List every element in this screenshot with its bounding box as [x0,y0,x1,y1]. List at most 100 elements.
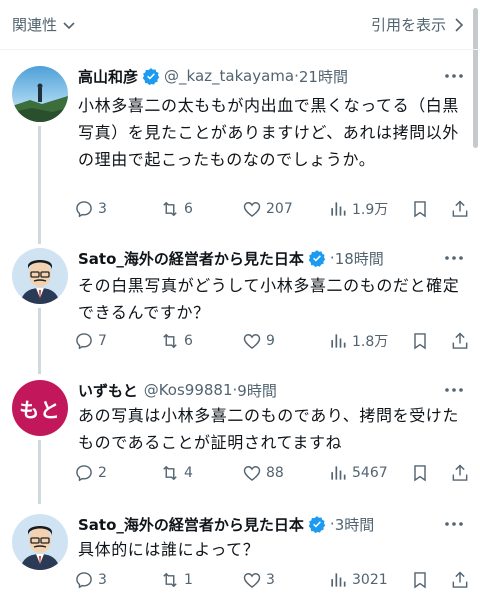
views-button[interactable]: 1.9万 [328,195,388,223]
view-count: 5467 [352,465,388,481]
repost-button[interactable]: 6 [160,195,193,223]
bookmark-icon[interactable] [410,570,430,590]
tweet-text: 小林多喜二の太ももが内出血で黒くなってる（白黒写真）を見たことがありますけど、あ… [78,96,460,169]
like-count: 88 [266,465,284,481]
tweet-card[interactable]: Sato_海外の経営者から見た日本 · 3時間 具体的には誰によって？ 3 1 … [0,500,480,605]
tweet-actions: 3 6 207 1.9万 [74,195,470,223]
bookmark-icon[interactable] [410,463,430,483]
tweet-header: 高山和彦 @_kaz_takayama · 21時間 [78,64,348,88]
thread-line [38,440,41,504]
tweet-actions: 3 1 3 3021 [74,566,470,594]
views-button[interactable]: 5467 [328,459,388,487]
views-chart-icon [331,466,346,480]
heart-icon [243,334,261,349]
sort-label: 関連性 [12,16,58,34]
avatar[interactable] [12,514,68,570]
display-name[interactable]: Sato_海外の経営者から見た日本 [78,248,304,269]
timestamp[interactable]: 21時間 [299,66,348,87]
tweet-card[interactable]: もと いずもと @Kos99881 · 9時間 あの写真は小林多喜二のものであり… [0,370,480,504]
repost-count: 6 [184,201,193,217]
user-handle[interactable]: @Kos99881 [144,381,233,399]
like-count: 207 [266,201,293,217]
views-chart-icon [331,202,346,216]
like-button[interactable]: 9 [242,327,275,355]
timestamp[interactable]: 3時間 [335,514,375,535]
reply-count: 7 [98,333,107,349]
like-button[interactable]: 207 [242,195,293,223]
tweet-card[interactable]: 高山和彦 @_kaz_takayama · 21時間 小林多喜二の太ももが内出血… [0,50,480,244]
avatar[interactable] [12,66,68,122]
chevron-down-icon [63,21,75,29]
tweet-actions: 2 4 88 5467 [74,459,470,487]
repost-icon [163,201,177,217]
timestamp[interactable]: 9時間 [237,380,277,401]
like-count: 3 [266,572,275,588]
like-count: 9 [266,333,275,349]
views-chart-icon [331,334,346,348]
share-icon[interactable] [450,570,470,590]
display-name[interactable]: Sato_海外の経営者から見た日本 [78,514,304,535]
reply-sort-bar: 関連性 引用を表示 [0,0,480,50]
like-button[interactable]: 88 [242,459,284,487]
view-count: 1.8万 [352,334,389,350]
repost-button[interactable]: 6 [160,327,193,355]
like-button[interactable]: 3 [242,566,275,594]
bookmark-icon[interactable] [410,199,430,219]
repost-count: 4 [184,465,193,481]
view-quotes-label: 引用を表示 [370,16,446,34]
more-options-icon[interactable] [442,64,466,88]
avatar[interactable]: もと [12,380,68,436]
verified-badge-icon [142,68,160,85]
reply-count: 3 [98,201,107,217]
repost-button[interactable]: 1 [160,566,193,594]
tweet-card[interactable]: Sato_海外の経営者から見た日本 · 18時間 その白黒写真がどうして小林多喜… [0,240,480,374]
thread-line [38,126,41,244]
heart-icon [243,466,261,481]
reply-button[interactable]: 7 [74,327,107,355]
tweet-header: Sato_海外の経営者から見た日本 · 3時間 [78,512,374,536]
reply-icon [76,465,92,482]
tweet-text: あの写真は小林多喜二のものであり、拷問を受けたものであることが証明されてますね [78,406,460,452]
views-chart-icon [331,573,346,587]
verified-badge-icon [308,516,326,533]
reply-button[interactable]: 3 [74,566,107,594]
share-icon[interactable] [450,331,470,351]
reply-icon [76,201,92,218]
tweet-actions: 7 6 9 1.8万 [74,327,470,355]
user-handle[interactable]: @_kaz_takayama [164,67,294,85]
avatar-text: もと [19,397,61,422]
views-button[interactable]: 1.8万 [328,327,388,355]
repost-icon [163,572,177,588]
tweet-text: 具体的には誰によって？ [78,540,260,559]
avatar[interactable] [12,248,68,304]
reply-icon [76,572,92,589]
display-name[interactable]: 高山和彦 [78,66,138,87]
view-quotes-link[interactable]: 引用を表示 [371,14,466,35]
more-options-icon[interactable] [442,378,466,402]
repost-button[interactable]: 4 [160,459,193,487]
reply-count: 3 [98,572,107,588]
repost-count: 6 [184,333,193,349]
reply-button[interactable]: 2 [74,459,107,487]
sort-dropdown[interactable]: 関連性 [12,14,77,35]
tweet-header: Sato_海外の経営者から見た日本 · 18時間 [78,246,384,270]
timestamp[interactable]: 18時間 [335,248,384,269]
tweet-text: その白黒写真がどうして小林多喜二のものだと確定できるんですか？ [78,276,460,322]
reply-button[interactable]: 3 [74,195,107,223]
share-icon[interactable] [450,463,470,483]
view-count: 1.9万 [352,202,389,218]
views-button[interactable]: 3021 [328,566,388,594]
heart-icon [243,573,261,588]
thread-line [38,308,41,374]
tweet-header: いずもと @Kos99881 · 9時間 [78,378,277,402]
more-options-icon[interactable] [442,246,466,270]
bookmark-icon[interactable] [410,331,430,351]
repost-icon [163,465,177,481]
repost-icon [163,333,177,349]
heart-icon [243,202,261,217]
more-options-icon[interactable] [442,512,466,536]
view-count: 3021 [352,572,388,588]
display-name[interactable]: いずもと [78,380,138,401]
share-icon[interactable] [450,199,470,219]
reply-count: 2 [98,465,107,481]
